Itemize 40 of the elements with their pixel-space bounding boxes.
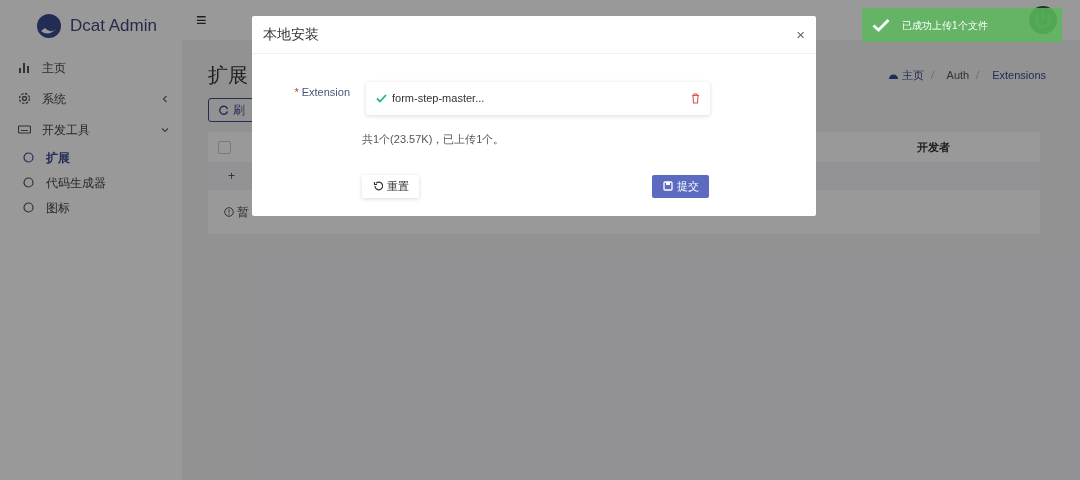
upload-summary: 共1个(23.57K)，已上传1个。 — [362, 132, 506, 147]
empty-text: 暂 — [237, 204, 249, 221]
slash-icon — [929, 70, 935, 80]
trash-icon — [691, 93, 700, 104]
add-text[interactable]: + — [228, 167, 235, 185]
page-title: 扩展 — [208, 63, 248, 88]
field-label: Extension — [301, 85, 350, 100]
toast-message: 已成功上传1个文件 — [902, 18, 988, 33]
checkbox[interactable] — [218, 140, 231, 154]
submit-button[interactable]: 提交 — [652, 174, 709, 198]
undo-icon — [372, 181, 383, 191]
reset-button[interactable]: 重置 — [362, 174, 419, 198]
refresh-icon — [219, 105, 229, 115]
save-icon — [662, 181, 673, 191]
submenu-item[interactable]: 图标 — [0, 195, 182, 220]
slash-icon — [975, 70, 981, 80]
submenu-item[interactable]: 代码生成器 — [0, 170, 182, 195]
keyboard-icon — [18, 123, 31, 136]
menu-item[interactable]: 系统 — [0, 83, 182, 114]
menu-item[interactable]: 开发工具 — [0, 114, 182, 145]
info-icon — [224, 207, 234, 217]
menu-button[interactable]: ≡ — [196, 11, 207, 29]
logo-icon — [36, 13, 62, 39]
close-button[interactable]: × — [796, 27, 805, 42]
menu-item[interactable]: 主页 — [0, 52, 182, 83]
submenu-item[interactable]: 扩展 — [0, 145, 182, 170]
breadcrumb-link[interactable]: 主页 — [887, 66, 924, 84]
circle-icon — [23, 152, 34, 163]
bar-chart-icon — [18, 61, 31, 74]
required-mark: * — [294, 85, 299, 100]
check-icon — [872, 18, 890, 32]
circle-icon — [23, 202, 34, 213]
column-header: 开发者 — [917, 139, 950, 155]
breadcrumb-link[interactable]: Auth — [946, 66, 970, 84]
modal-title: 本地安装 — [263, 25, 319, 44]
file-name: form-step-master... — [392, 91, 486, 107]
brand-name: Dcat Admin — [70, 15, 157, 38]
breadcrumb-link[interactable]: Extensions — [992, 66, 1046, 84]
gear-icon — [18, 92, 31, 105]
circle-icon — [23, 177, 34, 188]
